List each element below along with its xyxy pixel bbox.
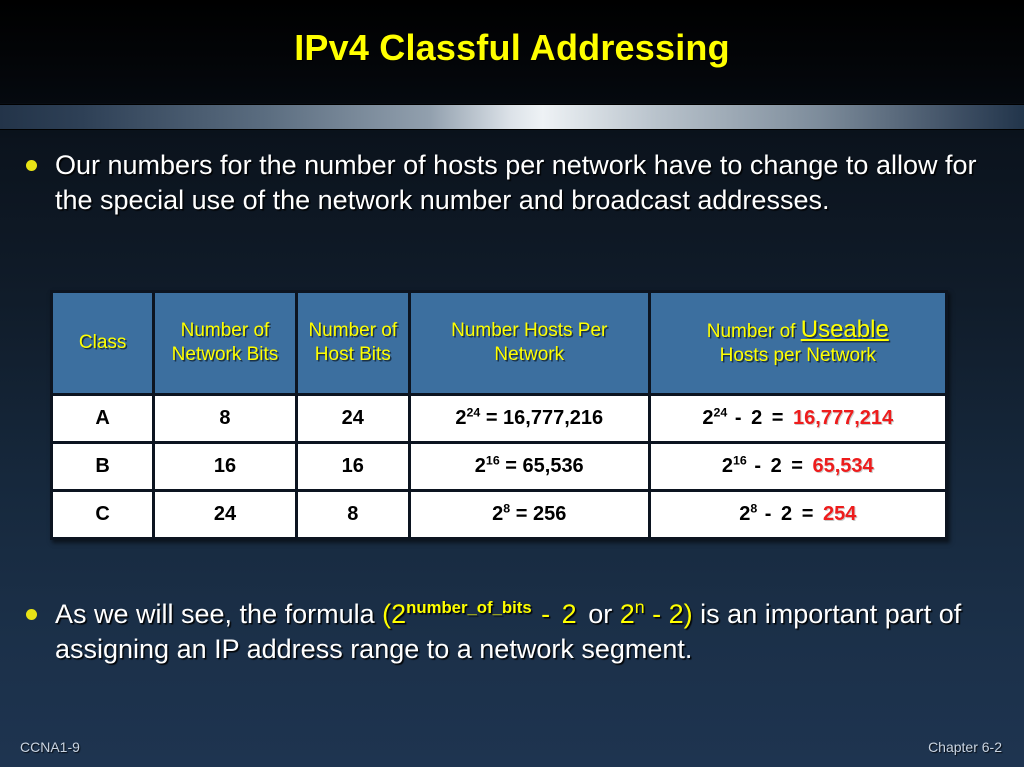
cell-network-bits: 8 xyxy=(155,396,295,441)
cell-network-bits: 24 xyxy=(155,492,295,537)
hosts-base: 2 xyxy=(455,407,467,429)
useable-exponent: 24 xyxy=(713,405,728,420)
useable-exponent: 16 xyxy=(733,453,747,468)
formula-alt-tail: - 2) xyxy=(644,599,693,629)
table-row: C 24 8 28 = 256 28 - 2 = 254 xyxy=(53,492,945,537)
formula-or: or xyxy=(588,599,613,629)
bullet-item-2: As we will see, the formula (2number_of_… xyxy=(26,597,1006,667)
header-class: Class xyxy=(53,293,153,393)
bullet-item-1: Our numbers for the number of hosts per … xyxy=(26,148,986,218)
cell-class: C xyxy=(53,492,153,537)
table-row: A 8 24 224 = 16,777,216 224 - 2 = 16,777… xyxy=(53,396,945,441)
hosts-exponent: 24 xyxy=(466,405,481,420)
useable-operator: - 2 = xyxy=(727,407,794,429)
classful-addressing-table: Class Number of Network Bits Number of H… xyxy=(50,290,948,540)
formula-open: (2 xyxy=(382,599,407,629)
cell-class: B xyxy=(53,444,153,489)
formula-alt-exponent: n xyxy=(634,597,645,617)
header-useable-part1: Number of xyxy=(706,321,801,342)
header-host-bits: Number of Host Bits xyxy=(297,293,408,393)
cell-network-bits: 16 xyxy=(155,444,295,489)
header-useable-part2: Hosts per Network xyxy=(719,345,876,366)
useable-result: 16,777,214 xyxy=(793,407,894,429)
cell-host-bits: 16 xyxy=(297,444,408,489)
slide-canvas: IPv4 Classful Addressing Our numbers for… xyxy=(0,0,1024,767)
useable-operator: - 2 = xyxy=(746,455,813,477)
header-hosts-per-network: Number Hosts Per Network xyxy=(410,293,648,393)
header-useable-emphasis: Useable xyxy=(800,316,889,343)
cell-host-bits: 8 xyxy=(297,492,408,537)
footer-chapter: Chapter 6-2 xyxy=(928,739,1002,755)
useable-result: 65,534 xyxy=(812,455,874,477)
hosts-base: 2 xyxy=(492,503,504,525)
table-header-row: Class Number of Network Bits Number of H… xyxy=(53,293,945,393)
useable-base: 2 xyxy=(739,503,751,525)
bullet-1-text: Our numbers for the number of hosts per … xyxy=(55,150,977,215)
formula-exponent: number_of_bits xyxy=(406,598,532,617)
useable-base: 2 xyxy=(721,455,733,477)
bullet-2-text: As we will see, the formula (2number_of_… xyxy=(55,597,1006,667)
useable-base: 2 xyxy=(702,407,714,429)
cell-useable-hosts: 28 - 2 = 254 xyxy=(650,492,945,537)
useable-result: 254 xyxy=(822,503,857,525)
hosts-equals: = 16,777,216 xyxy=(480,407,604,429)
cell-host-bits: 24 xyxy=(297,396,408,441)
cell-hosts-per-network: 224 = 16,777,216 xyxy=(410,396,648,441)
header-divider-bar xyxy=(0,105,1024,129)
cell-useable-hosts: 216 - 2 = 65,534 xyxy=(650,444,945,489)
cell-class: A xyxy=(53,396,153,441)
table-row: B 16 16 216 = 65,536 216 - 2 = 65,534 xyxy=(53,444,945,489)
cell-useable-hosts: 224 - 2 = 16,777,214 xyxy=(650,396,945,441)
hosts-exponent: 16 xyxy=(485,453,500,468)
formula-alt-base: 2 xyxy=(612,599,635,629)
header-network-bits: Number of Network Bits xyxy=(155,293,295,393)
bullet-dot-icon xyxy=(26,609,37,620)
bullet-dot-icon xyxy=(26,160,37,171)
cell-hosts-per-network: 216 = 65,536 xyxy=(410,444,648,489)
title-band: IPv4 Classful Addressing xyxy=(0,0,1024,103)
bullet-2-lead: As we will see, the formula xyxy=(55,599,383,629)
hosts-base: 2 xyxy=(474,455,486,477)
page-title: IPv4 Classful Addressing xyxy=(294,27,730,68)
table-body: A 8 24 224 = 16,777,216 224 - 2 = 16,777… xyxy=(53,396,945,537)
useable-operator: - 2 = xyxy=(757,503,823,525)
formula-minus-two: - 2 xyxy=(531,599,589,629)
header-useable-hosts: Number of Useable Hosts per Network xyxy=(650,293,945,393)
hosts-equals: = 65,536 xyxy=(499,455,584,477)
footer-course-code: CCNA1-9 xyxy=(20,739,80,755)
table-header: Class Number of Network Bits Number of H… xyxy=(53,293,945,393)
hosts-equals: = 256 xyxy=(510,503,567,525)
cell-hosts-per-network: 28 = 256 xyxy=(410,492,648,537)
